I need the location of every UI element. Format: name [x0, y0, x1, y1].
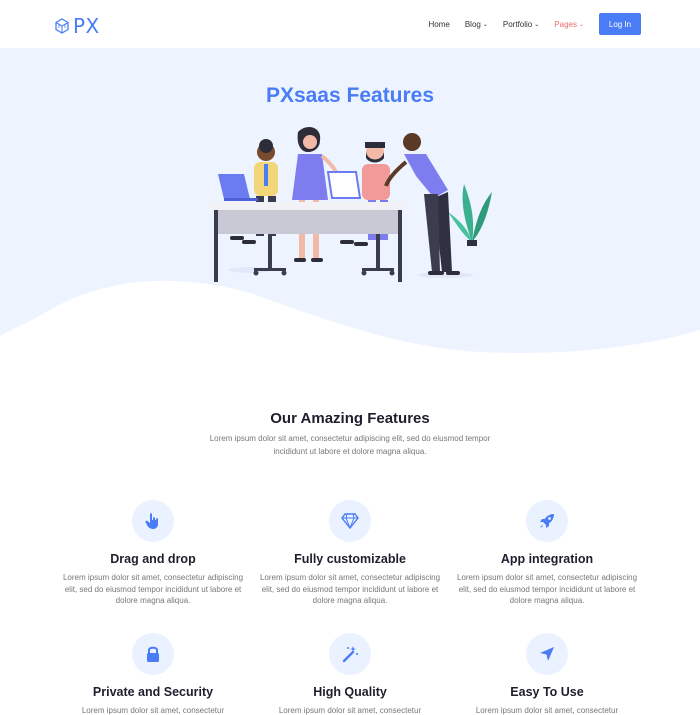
feature-icon-circle: [526, 633, 568, 675]
feature-description: Lorem ipsum dolor sit amet, consectetur …: [62, 573, 244, 605]
cube-logo-icon: [55, 18, 69, 34]
nav-item-label: Home: [428, 19, 450, 29]
feature-description: Lorem ipsum dolor sit amet, consectetur …: [456, 573, 638, 605]
hand-pointer-icon: [145, 513, 158, 529]
feature-title: Private and Security: [92, 685, 214, 699]
feature-title: Drag and drop: [110, 552, 196, 566]
features-section-title: Our Amazing Features: [270, 410, 430, 427]
feature-icon-circle: [329, 633, 371, 675]
logo-text: PX: [73, 14, 100, 38]
hero-title: PXsaas Features: [265, 84, 435, 107]
feature-card-app-integration: App integration Lorem ipsum dolor sit am…: [452, 500, 642, 607]
feature-description: Lorem ipsum dolor sit amet, consectetur: [278, 706, 422, 715]
nav-item-label: Pages: [554, 19, 577, 29]
feature-card-private-and-security: Private and Security Lorem ipsum dolor s…: [58, 633, 248, 715]
main-nav: Home Blog ⌄ Portfolio ⌄ Pages ⌄ Log In: [429, 13, 641, 35]
feature-title: High Quality: [313, 685, 387, 699]
feature-card-drag-and-drop: Drag and drop Lorem ipsum dolor sit amet…: [58, 500, 248, 607]
feature-title: Easy To Use: [510, 685, 584, 699]
nav-item-pages[interactable]: Pages ⌄: [554, 13, 584, 35]
nav-item-label: Portfolio: [502, 19, 533, 29]
nav-item-home[interactable]: Home: [429, 13, 450, 35]
location-arrow-icon: [540, 647, 554, 661]
feature-card-easy-to-use: Easy To Use Lorem ipsum dolor sit amet, …: [452, 633, 642, 715]
feature-title: Fully customizable: [294, 552, 406, 566]
chevron-down-icon: ⌄: [534, 21, 540, 28]
feature-icon-circle: [132, 500, 174, 542]
chevron-down-icon: ⌄: [578, 21, 584, 28]
feature-title: App integration: [500, 552, 594, 566]
feature-icon-circle: [526, 500, 568, 542]
team-illustration: [210, 126, 492, 282]
feature-icon-circle: [132, 633, 174, 675]
feature-icon-circle: [329, 500, 371, 542]
nav-item-label: Blog: [464, 19, 481, 29]
logo[interactable]: PX: [55, 14, 100, 38]
feature-card-high-quality: High Quality Lorem ipsum dolor sit amet,…: [255, 633, 445, 715]
lock-icon: [147, 646, 159, 662]
feature-description: Lorem ipsum dolor sit amet, consectetur: [475, 706, 619, 715]
diamond-icon: [341, 513, 359, 529]
features-section-description: Lorem ipsum dolor sit amet, consectetur …: [209, 434, 491, 456]
login-button[interactable]: Log In: [599, 13, 641, 35]
navbar: PX Home Blog ⌄ Portfolio ⌄ Pages ⌄ Log I…: [0, 0, 700, 48]
feature-description: Lorem ipsum dolor sit amet, consectetur: [81, 706, 225, 715]
chevron-down-icon: ⌄: [482, 21, 488, 28]
nav-item-portfolio[interactable]: Portfolio ⌄: [503, 13, 539, 35]
feature-card-fully-customizable: Fully customizable Lorem ipsum dolor sit…: [255, 500, 445, 607]
hero-section: PXsaas Features: [0, 48, 700, 368]
nav-item-blog[interactable]: Blog ⌄: [465, 13, 488, 35]
feature-description: Lorem ipsum dolor sit amet, consectetur …: [259, 573, 441, 605]
magic-wand-icon: [342, 646, 358, 663]
rocket-icon: [540, 514, 554, 528]
